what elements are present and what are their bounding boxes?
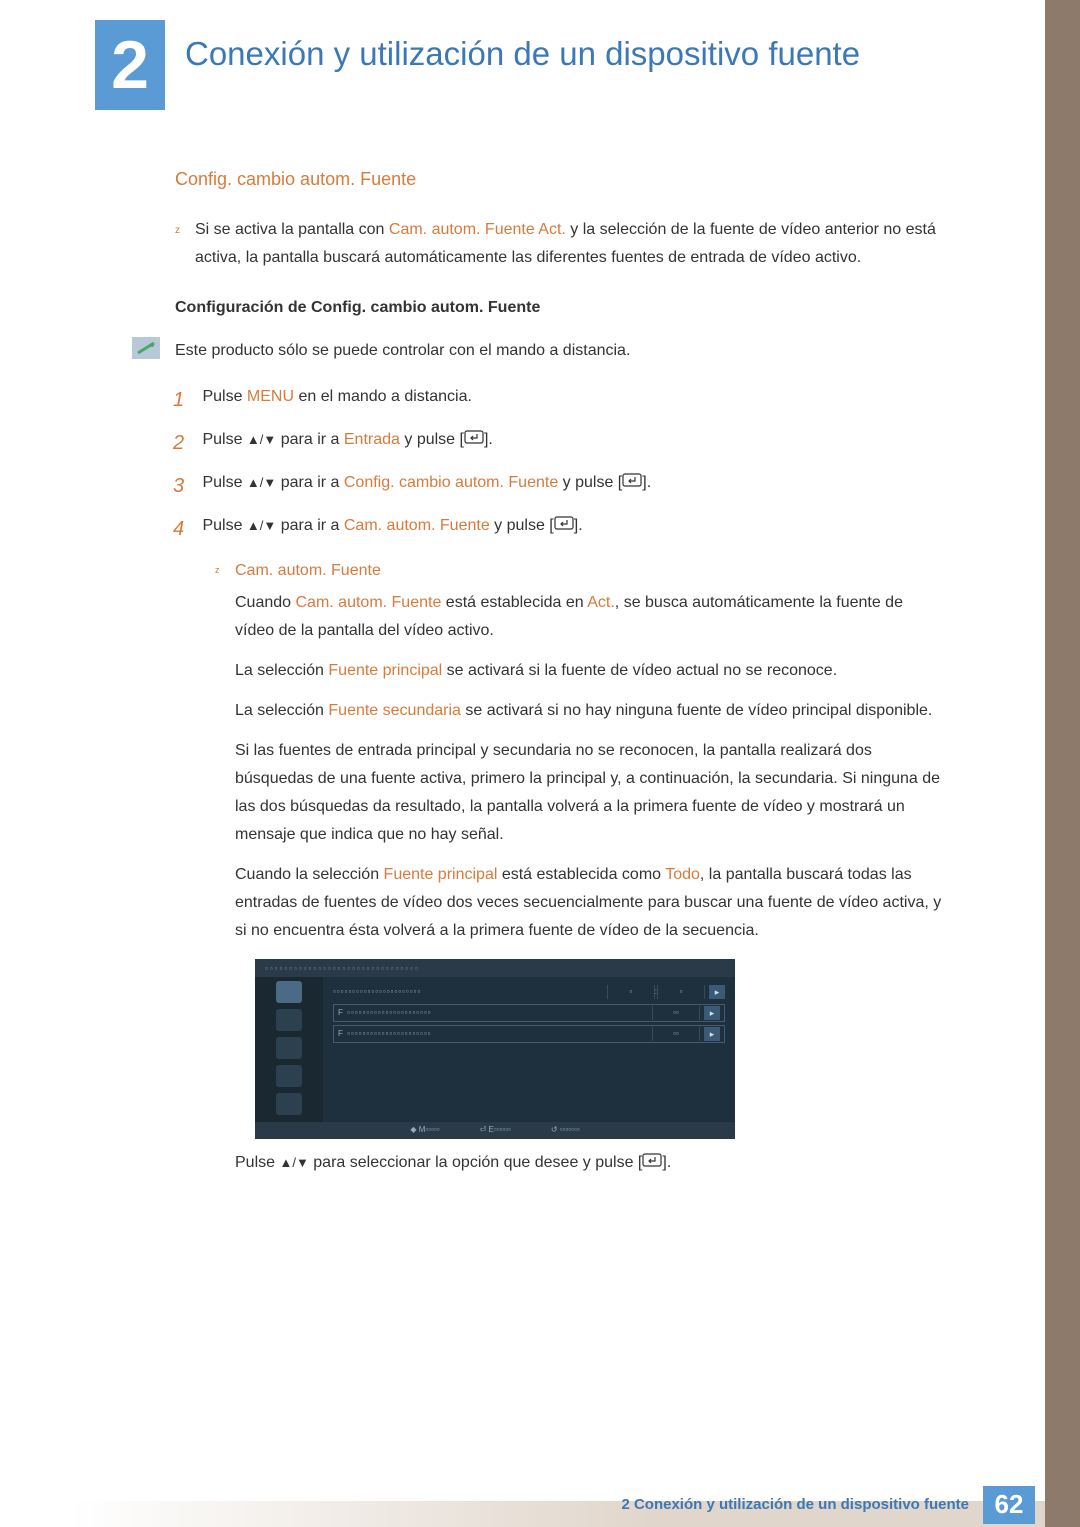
highlight: Act. — [587, 594, 615, 611]
nav-arrows-icon: ▲/▼ — [247, 432, 276, 447]
text: Pulse — [235, 1154, 279, 1171]
page: 2 Conexión y utilización de un dispositi… — [0, 0, 1080, 1527]
step-number: 1 — [173, 383, 198, 418]
text: Cuando — [235, 594, 296, 611]
osd-side-item — [276, 1009, 302, 1031]
text: Pulse — [202, 431, 246, 448]
text: ]. — [662, 1154, 671, 1171]
text: Pulse — [202, 517, 246, 534]
text: ]. — [574, 517, 583, 534]
osd-title-bar: ▫▫▫▫▫▫▫▫▫▫▫▫▫▫▫▫▫▫▫▫▫▫▫▫▫▫▫▫▫▫▫▫ — [255, 959, 735, 977]
sub-heading: Configuración de Config. cambio autom. F… — [175, 294, 945, 322]
note-text: Este producto sólo se puede controlar co… — [175, 337, 630, 365]
step-2: 2 Pulse ▲/▼ para ir a Entrada y pulse []… — [175, 426, 945, 461]
text: se activará si no hay ninguna fuente de … — [461, 702, 932, 719]
osd-side-item — [276, 981, 302, 1003]
nav-arrows-icon: ▲/▼ — [247, 475, 276, 490]
enter-icon — [642, 1149, 662, 1177]
detail-para: Cuando Cam. autom. Fuente está estableci… — [235, 589, 945, 645]
content-body: Config. cambio autom. Fuente z Si se act… — [0, 144, 1045, 1177]
text: para ir a — [276, 474, 344, 491]
osd-side-item — [276, 1065, 302, 1087]
enter-icon — [622, 469, 642, 497]
step-number: 2 — [173, 426, 198, 461]
osd-sidebar — [255, 977, 323, 1122]
osd-key: E — [489, 1125, 494, 1134]
footer-chapter-text: 2 Conexión y utilización de un dispositi… — [621, 1496, 969, 1513]
highlight: MENU — [247, 388, 294, 405]
detail-para: La selección Fuente secundaria se activa… — [235, 697, 945, 725]
text: Cuando la selección — [235, 866, 384, 883]
detail-para: Si las fuentes de entrada principal y se… — [235, 737, 945, 849]
footer-page-number: 62 — [983, 1486, 1035, 1524]
step-number: 4 — [173, 512, 198, 547]
enter-icon — [554, 512, 574, 540]
highlight: Fuente secundaria — [328, 702, 461, 719]
text: Pulse — [202, 474, 246, 491]
text: para seleccionar la opción que desee y p… — [309, 1154, 643, 1171]
nav-arrows-icon: ▲/▼ — [247, 518, 276, 533]
step-number: 3 — [173, 469, 198, 504]
text: y pulse [ — [558, 474, 622, 491]
osd-screenshot: ▫▫▫▫▫▫▫▫▫▫▫▫▫▫▫▫▫▫▫▫▫▫▫▫▫▫▫▫▫▫▫▫ ▫▫▫▫▫▫▫… — [255, 959, 735, 1139]
steps-list: 1 Pulse MENU en el mando a distancia. 2 … — [175, 383, 945, 1177]
highlight: Config. cambio autom. Fuente — [344, 474, 558, 491]
osd-key: M — [419, 1125, 426, 1134]
step-3: 3 Pulse ▲/▼ para ir a Config. cambio aut… — [175, 469, 945, 504]
osd-bottom-bar: ◆ M▫▫▫▫▫ ⏎ E▫▫▫▫▫▫ ↺ ▫▫▫▫▫▫▫ — [255, 1122, 735, 1139]
chapter-title: Conexión y utilización de un dispositivo… — [185, 25, 1045, 74]
text: para ir a — [276, 517, 344, 534]
highlight: Cam. autom. Fuente Act. — [389, 221, 566, 238]
highlight: Fuente principal — [384, 866, 498, 883]
osd-row: F ▫▫▫▫▫▫▫▫▫▫▫▫▫▫▫▫▫▫▫▫▫▫▫▫▸ — [333, 1025, 725, 1043]
text: para ir a — [276, 431, 344, 448]
text: y pulse [ — [400, 431, 464, 448]
bullet-marker: z — [175, 216, 195, 272]
osd-row: ▫▫▫▫▫▫▫▫▫▫▫▫▫▫▫▫▫▫▫▫▫▫▫▫:▫▸ — [333, 983, 725, 1001]
page-footer: 2 Conexión y utilización de un dispositi… — [0, 1482, 1045, 1527]
chapter-number-box: 2 — [95, 20, 165, 110]
note-row: Este producto sólo se puede controlar co… — [175, 337, 945, 365]
note-icon — [132, 337, 160, 359]
text: está establecida como — [497, 866, 665, 883]
text: La selección — [235, 662, 328, 679]
osd-main: ▫▫▫▫▫▫▫▫▫▫▫▫▫▫▫▫▫▫▫▫▫▫▫▫:▫▸ F ▫▫▫▫▫▫▫▫▫▫… — [323, 977, 735, 1122]
detail-para: La selección Fuente principal se activar… — [235, 657, 945, 685]
osd-row: F ▫▫▫▫▫▫▫▫▫▫▫▫▫▫▫▫▫▫▫▫▫▫▫▫▸ — [333, 1004, 725, 1022]
text: ]. — [484, 431, 493, 448]
highlight: Cam. autom. Fuente — [344, 517, 490, 534]
highlight: Todo — [665, 866, 700, 883]
intro-bullet: z Si se activa la pantalla con Cam. auto… — [175, 216, 945, 272]
intro-text: Si se activa la pantalla con Cam. autom.… — [195, 216, 945, 272]
detail-title: Cam. autom. Fuente — [235, 557, 381, 585]
after-panel-text: Pulse ▲/▼ para seleccionar la opción que… — [235, 1149, 945, 1177]
side-decoration — [1045, 0, 1080, 1527]
text: está establecida en — [441, 594, 587, 611]
osd-side-item — [276, 1093, 302, 1115]
text: se activará si la fuente de vídeo actual… — [442, 662, 837, 679]
enter-icon — [464, 426, 484, 454]
nav-arrows-icon: ▲/▼ — [279, 1155, 308, 1170]
section-heading: Config. cambio autom. Fuente — [175, 164, 945, 196]
text: ]. — [642, 474, 651, 491]
detail-para: Cuando la selección Fuente principal est… — [235, 861, 945, 945]
text: Si se activa la pantalla con — [195, 221, 389, 238]
text: en el mando a distancia. — [294, 388, 472, 405]
text: La selección — [235, 702, 328, 719]
step4-details: z Cam. autom. Fuente Cuando Cam. autom. … — [215, 557, 945, 1177]
bullet-marker: z — [215, 557, 235, 585]
osd-side-item — [276, 1037, 302, 1059]
highlight: Entrada — [344, 431, 400, 448]
step-1: 1 Pulse MENU en el mando a distancia. — [175, 383, 945, 418]
text: Pulse — [202, 388, 246, 405]
highlight: Fuente principal — [328, 662, 442, 679]
chapter-header: 2 Conexión y utilización de un dispositi… — [0, 0, 1045, 74]
highlight: Cam. autom. Fuente — [296, 594, 442, 611]
step-4: 4 Pulse ▲/▼ para ir a Cam. autom. Fuente… — [175, 512, 945, 1177]
text: y pulse [ — [490, 517, 554, 534]
